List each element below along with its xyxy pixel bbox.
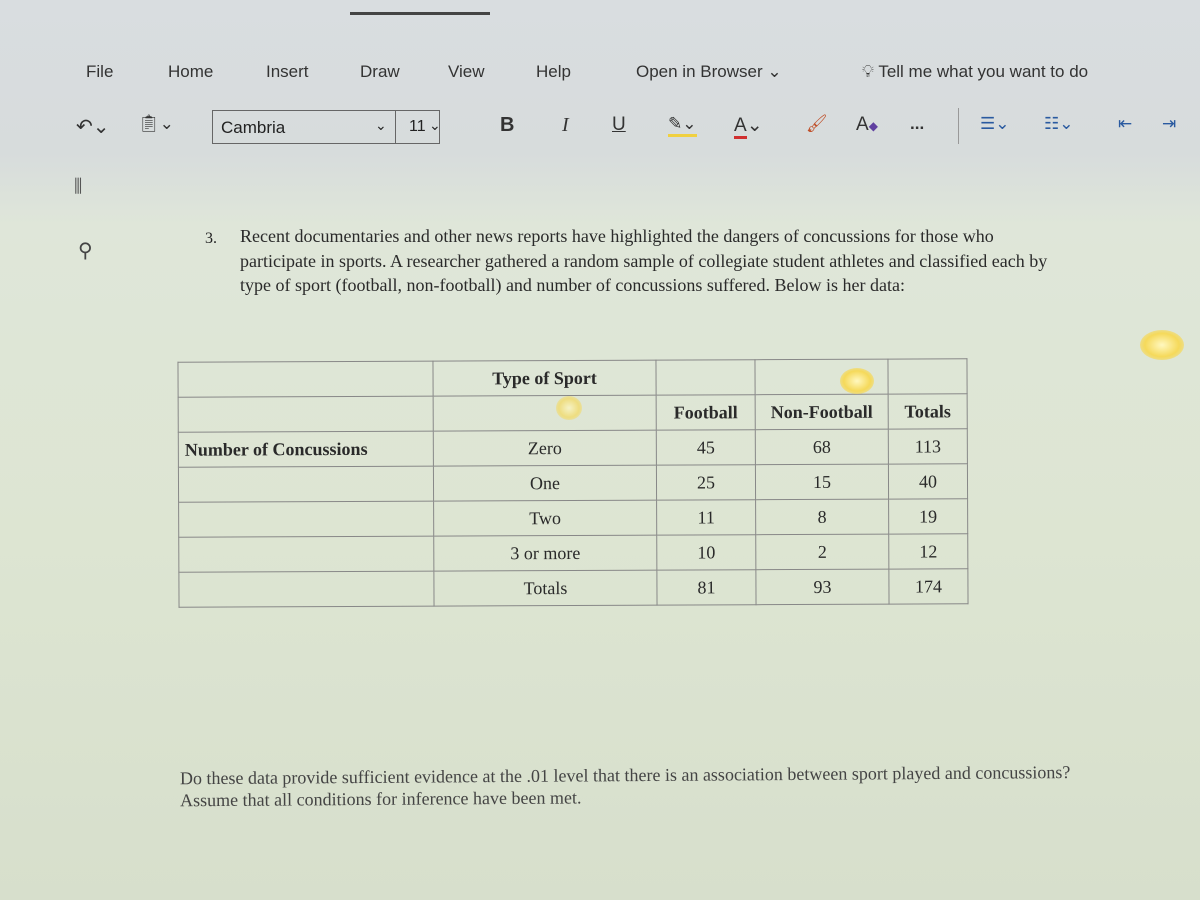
active-tab-indicator	[350, 12, 490, 15]
cell: 93	[755, 569, 890, 605]
row-group-label: Number of Concussions	[178, 431, 434, 468]
open-in-browser-label: Open in Browser	[636, 62, 763, 81]
column-header: Football	[656, 394, 756, 431]
group-header: Type of Sport	[432, 360, 657, 397]
table-row: One 25 15 40	[178, 463, 968, 503]
cell: 25	[656, 464, 756, 501]
open-in-browser-button[interactable]: Open in Browser ⌄	[636, 62, 782, 82]
question-number: 3.	[205, 230, 217, 247]
tell-me-search[interactable]: 💡︎ Tell me what you want to do	[862, 62, 1088, 82]
cell: 19	[888, 498, 968, 535]
chevron-down-icon[interactable]: ⌄	[375, 117, 387, 134]
chevron-down-icon: ⌄	[767, 62, 782, 81]
font-color-icon: A	[734, 115, 747, 139]
menu-help[interactable]: Help	[536, 62, 571, 82]
decrease-indent-icon[interactable]: ⇤	[1118, 114, 1132, 134]
font-size[interactable]: 11	[409, 118, 426, 136]
cell: 68	[755, 429, 889, 465]
cell: 174	[888, 568, 969, 605]
paste-button[interactable]: 📋︎⌄	[138, 114, 174, 134]
table-row: Totals 81 93 174	[178, 568, 969, 608]
underline-button[interactable]: U	[612, 114, 626, 136]
lightbulb-icon: 💡︎	[862, 62, 874, 81]
cell: 113	[888, 428, 968, 465]
cell: 11	[656, 499, 756, 536]
bullets-icon[interactable]: ☰⌄	[980, 114, 1009, 134]
row-label: Totals	[433, 570, 658, 607]
cell: 12	[888, 533, 968, 570]
font-color-button[interactable]: A⌄	[734, 114, 763, 139]
cell: 45	[656, 429, 756, 466]
more-button[interactable]: ...	[910, 114, 924, 134]
format-painter-icon[interactable]: 🖌︎	[806, 114, 828, 134]
cell: 40	[888, 463, 968, 500]
increase-indent-icon[interactable]: ⇥	[1162, 114, 1176, 134]
row-label: One	[433, 465, 657, 502]
navigation-pane-icon[interactable]: ⫼	[74, 176, 82, 197]
column-header: Non-Football	[755, 394, 889, 430]
bold-button[interactable]: B	[500, 114, 514, 137]
clear-formatting-icon[interactable]: A◆	[856, 114, 878, 136]
cell: 10	[656, 534, 756, 571]
menu-draw[interactable]: Draw	[360, 62, 400, 82]
light-glare	[1140, 330, 1184, 360]
menu-home[interactable]: Home	[168, 62, 213, 82]
menu-view[interactable]: View	[448, 62, 485, 82]
row-label: Two	[433, 500, 657, 537]
search-icon[interactable]: ⚲	[78, 238, 93, 263]
table-row: Number of Concussions Zero 45 68 113	[178, 428, 968, 468]
light-glare	[840, 368, 874, 394]
cell: 8	[755, 499, 889, 535]
row-label: 3 or more	[433, 535, 657, 572]
numbering-icon[interactable]: ☷⌄	[1044, 114, 1073, 134]
menu-insert[interactable]: Insert	[266, 62, 309, 82]
column-header: Totals	[888, 393, 968, 430]
undo-button[interactable]: ↶⌄	[76, 114, 110, 139]
cell: 2	[755, 534, 889, 570]
tell-me-label: Tell me what you want to do	[878, 62, 1089, 81]
row-label: Zero	[433, 430, 657, 467]
italic-button[interactable]: I	[562, 114, 569, 137]
table-row: Two 11 8 19	[178, 498, 968, 538]
light-glare	[556, 396, 582, 420]
menu-file[interactable]: File	[86, 62, 113, 82]
highlight-icon[interactable]: ✎⌄	[668, 114, 697, 137]
followup-question: Do these data provide sufficient evidenc…	[179, 762, 1071, 811]
font-selector[interactable]: Cambria ⌄ 11 ⌄	[212, 110, 441, 144]
table-row: 3 or more 10 2 12	[178, 533, 968, 573]
question-text: Recent documentaries and other news repo…	[240, 226, 1048, 295]
cell: 15	[755, 464, 889, 500]
cell: 81	[656, 569, 757, 606]
chevron-down-icon[interactable]: ⌄	[429, 117, 441, 134]
font-name: Cambria	[221, 118, 286, 137]
